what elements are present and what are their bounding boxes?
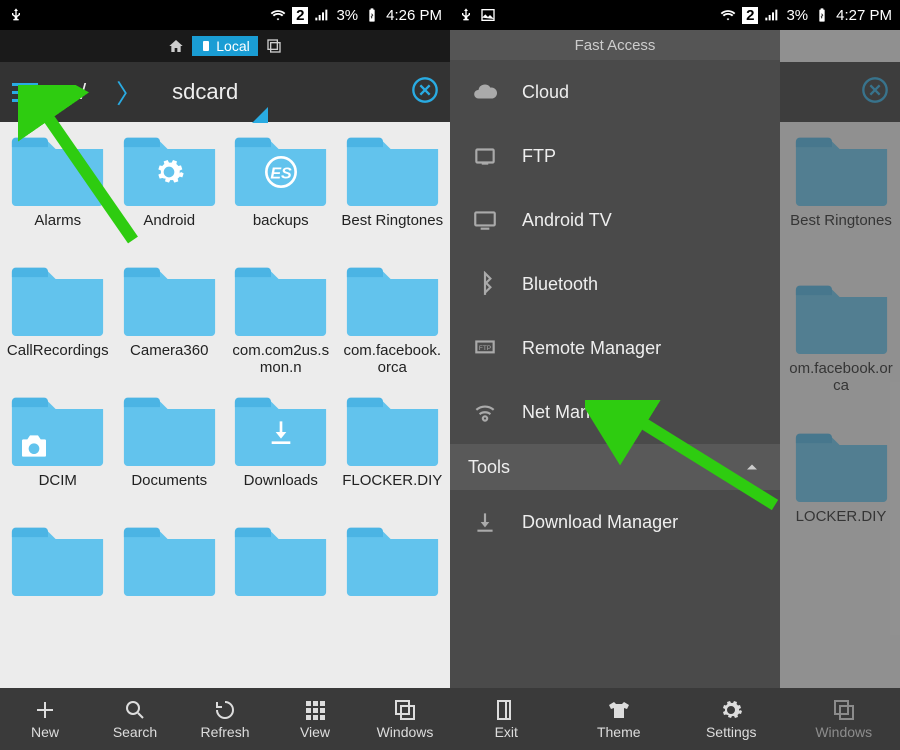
new-button[interactable]: New [0,688,90,750]
plus-icon [33,698,57,722]
exit-icon [494,698,518,722]
tab-local[interactable]: Local [192,36,257,56]
folder-item[interactable] [339,516,447,642]
annotation-arrow-menu [18,85,148,255]
folder-item[interactable]: Camera360 [116,256,224,382]
folder-label: com.facebook.orca [341,342,445,378]
folder-item[interactable]: FLOCKER.DIY [339,386,447,512]
search-button[interactable]: Search [90,688,180,750]
wifi-icon [720,7,736,23]
folder-label: Best Ringtones [341,212,443,248]
panel-item-remote-manager[interactable]: FTP Remote Manager [450,316,780,380]
folder-label: Android [143,212,195,248]
breadcrumb-current[interactable]: sdcard [172,79,238,105]
cloud-icon [472,79,498,105]
net-manager-icon [472,399,498,425]
folder-label: DCIM [39,472,77,508]
panel-item-android-tv[interactable]: Android TV [450,188,780,252]
windows-button[interactable]: Windows [360,688,450,750]
folder-item[interactable]: com.com2us.smon.n [227,256,335,382]
usb-icon [8,7,24,23]
signal-icon [764,7,780,23]
folder-item[interactable] [4,516,112,642]
windows-button[interactable]: Windows [788,688,900,750]
home-icon[interactable] [168,38,184,54]
sim-indicator: 2 [292,7,308,24]
annotation-arrow-remote [585,400,785,520]
folder-label: backups [253,212,309,248]
bottom-bar: Exit Theme Settings Windows [450,688,900,750]
shirt-icon [607,698,631,722]
battery-icon [814,7,830,23]
folder-item[interactable]: CallRecordings [4,256,112,382]
wifi-icon [270,7,286,23]
image-icon [480,7,496,23]
bluetooth-icon [472,271,498,297]
svg-text:ES: ES [270,166,292,183]
theme-button[interactable]: Theme [563,688,676,750]
grid-icon [303,698,327,722]
status-bar: 2 3% 4:26 PM [0,0,450,30]
remote-manager-icon: FTP [472,335,498,361]
refresh-icon [213,698,237,722]
battery-text: 3% [336,7,358,24]
refresh-button[interactable]: Refresh [180,688,270,750]
panel-item-bluetooth[interactable]: Bluetooth [450,252,780,316]
folder-label: CallRecordings [7,342,109,378]
signal-icon [314,7,330,23]
bottom-bar: New Search Refresh View Windows [0,688,450,750]
tab-label: Local [216,38,249,54]
status-bar: 2 3% 4:27 PM [450,0,900,30]
folder-label: FLOCKER.DIY [342,472,442,508]
android-tv-icon [472,207,498,233]
clock: 4:26 PM [386,7,442,24]
folder-item[interactable]: Downloads [227,386,335,512]
panel-item-label: Cloud [522,82,569,103]
clock: 4:27 PM [836,7,892,24]
device-icon [200,40,212,52]
folder-label: com.com2us.smon.n [229,342,333,378]
folder-item[interactable]: Documents [116,386,224,512]
folder-label: Documents [131,472,207,508]
battery-text: 3% [786,7,808,24]
battery-icon [364,7,380,23]
windows-icon [832,698,856,722]
ftp-icon [472,143,498,169]
panel-item-label: FTP [522,146,556,167]
windows-small-icon[interactable] [266,38,282,54]
settings-button[interactable]: Settings [675,688,788,750]
windows-icon [393,698,417,722]
folder-label: Downloads [244,472,318,508]
tab-bar: Local [0,30,450,62]
folder-label: Camera360 [130,342,208,378]
right-phone: 2 3% 4:27 PM Best Ringtonesom.facebook.o… [450,0,900,750]
gear-icon [719,698,743,722]
close-button[interactable] [400,76,450,109]
panel-item-ftp[interactable]: FTP [450,124,780,188]
fast-access-panel: Fast Access Cloud FTP Android TV Bluetooth F… [450,30,780,688]
folder-item[interactable]: DCIM [4,386,112,512]
panel-item-label: Remote Manager [522,338,661,359]
svg-text:FTP: FTP [479,345,491,352]
panel-item-label: Bluetooth [522,274,598,295]
view-button[interactable]: View [270,688,360,750]
panel-header: Fast Access [450,30,780,60]
folder-item[interactable] [227,516,335,642]
download-icon [472,509,498,535]
left-phone: 2 3% 4:26 PM Local / 〉 sdcard AlarmsAndr… [0,0,450,750]
folder-item[interactable] [116,516,224,642]
panel-item-label: Android TV [522,210,612,231]
folder-item[interactable]: ES backups [227,126,335,252]
usb-icon [458,7,474,23]
panel-item-cloud[interactable]: Cloud [450,60,780,124]
search-icon [123,698,147,722]
close-icon [411,76,439,104]
exit-button[interactable]: Exit [450,688,563,750]
folder-item[interactable]: Best Ringtones [339,126,447,252]
sim-indicator: 2 [742,7,758,24]
folder-item[interactable]: com.facebook.orca [339,256,447,382]
